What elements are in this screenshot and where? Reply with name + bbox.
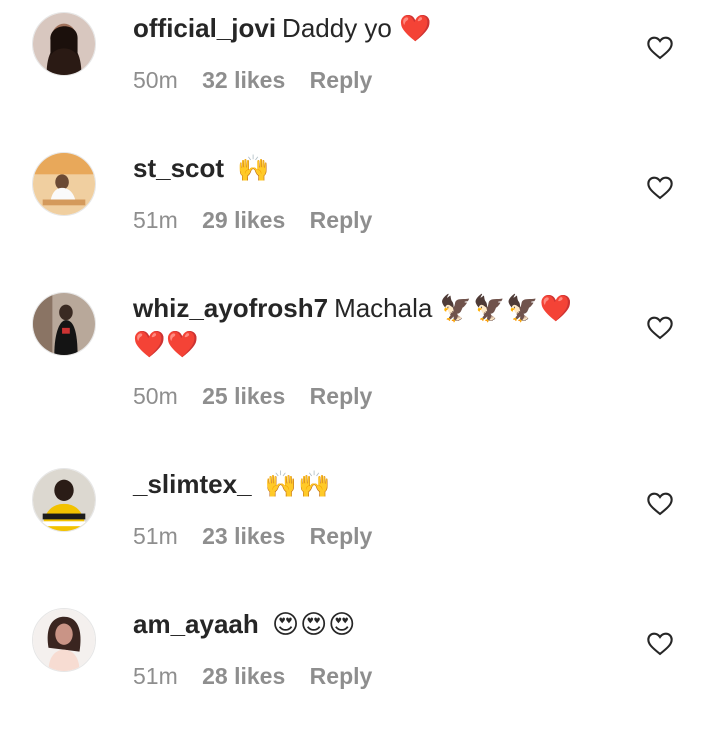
comment-time: 51m — [133, 523, 178, 549]
comment-username[interactable]: am_ayaah — [133, 609, 259, 639]
comment-time: 50m — [133, 383, 178, 409]
avatar[interactable] — [32, 12, 96, 76]
comment-username[interactable]: official_jovi — [133, 13, 276, 43]
heart-outline-icon[interactable] — [646, 630, 674, 658]
heart-outline-icon[interactable] — [646, 174, 674, 202]
reply-button[interactable]: Reply — [310, 383, 373, 409]
comment-emojis: ❤️ — [399, 13, 433, 43]
heart-outline-icon[interactable] — [646, 490, 674, 518]
comment-username[interactable]: whiz_ayofrosh7 — [133, 293, 328, 323]
comment-text: Daddy yo — [282, 13, 392, 43]
comment-likes[interactable]: 32 likes — [202, 67, 285, 93]
comment-time: 50m — [133, 67, 178, 93]
reply-button[interactable]: Reply — [310, 67, 373, 93]
avatar[interactable] — [32, 468, 96, 532]
comment-likes[interactable]: 29 likes — [202, 207, 285, 233]
comment-username[interactable]: _slimtex_ — [133, 469, 252, 499]
comment-username[interactable]: st_scot — [133, 153, 224, 183]
avatar[interactable] — [32, 292, 96, 356]
comment-likes[interactable]: 25 likes — [202, 383, 285, 409]
comment-emojis: 🙌 — [237, 153, 271, 183]
comment-time: 51m — [133, 207, 178, 233]
heart-outline-icon[interactable] — [646, 34, 674, 62]
comment-text: Machala — [334, 293, 433, 323]
comment-emojis: 😍😍😍 — [272, 609, 357, 639]
heart-outline-icon[interactable] — [646, 314, 674, 342]
comment-time: 51m — [133, 663, 178, 689]
avatar[interactable] — [32, 152, 96, 216]
comment-likes[interactable]: 23 likes — [202, 523, 285, 549]
reply-button[interactable]: Reply — [310, 207, 373, 233]
reply-button[interactable]: Reply — [310, 663, 373, 689]
avatar[interactable] — [32, 608, 96, 672]
comment-emojis: 🙌🙌 — [264, 469, 332, 499]
comment-likes[interactable]: 28 likes — [202, 663, 285, 689]
reply-button[interactable]: Reply — [310, 523, 373, 549]
